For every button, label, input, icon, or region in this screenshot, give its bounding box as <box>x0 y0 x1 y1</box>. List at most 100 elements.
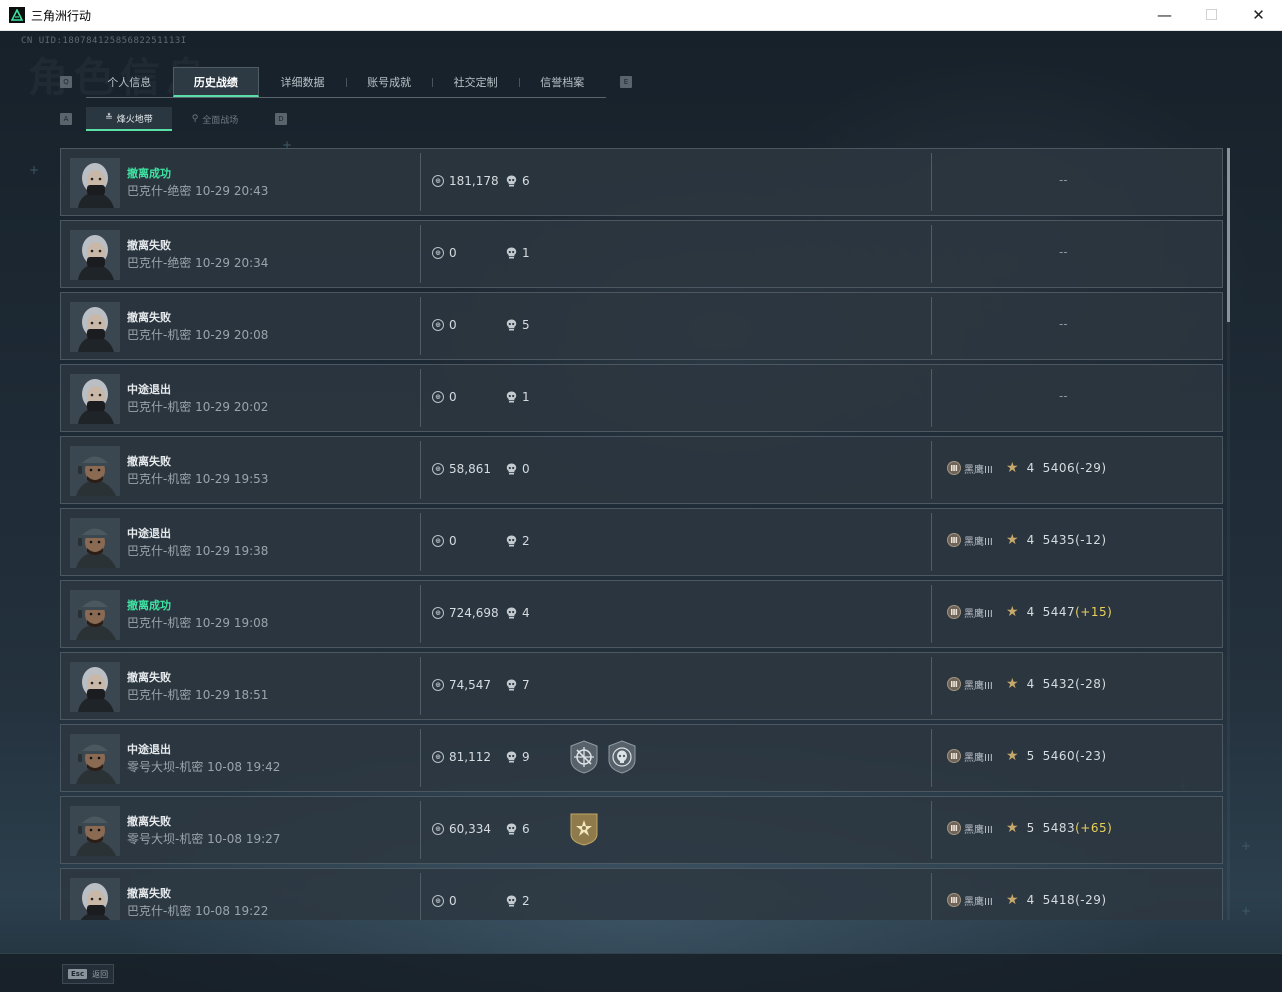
maximize-button[interactable]: ☐ <box>1188 0 1235 31</box>
coins-value: ⊕ 724,698 <box>432 606 499 620</box>
star-icon: ★ <box>1006 892 1019 908</box>
rank-placeholder: -- <box>1059 389 1068 403</box>
table-row[interactable]: 撤离失败 巴克什-绝密 10-29 20:34 ⊕ 0 1 -- <box>60 220 1223 288</box>
minimize-button[interactable]: — <box>1141 0 1188 31</box>
rank-score: 5406 <box>1042 461 1076 475</box>
crosshair-medal-icon[interactable] <box>569 740 599 774</box>
kills-value: 1 <box>506 246 530 260</box>
rank-name: 黑鹰III <box>964 824 993 836</box>
subtab-operations[interactable]: ≛ 烽火地带 <box>86 107 172 131</box>
next-tab-key-icon[interactable]: E <box>620 76 632 88</box>
rank-stars: 4 <box>1026 893 1035 907</box>
kills-value: 2 <box>506 534 530 548</box>
decor-crosshair-icon: + <box>29 163 40 177</box>
operator-avatar <box>70 374 120 424</box>
kills-skull-icon <box>506 463 517 475</box>
rank-info: Ⅲ 黑鹰III ★ 4 5447 (+15) <box>947 604 1112 620</box>
tab-social-custom[interactable]: 社交定制 <box>432 67 519 97</box>
coin-icon: ⊕ <box>432 535 444 547</box>
kills-count: 7 <box>522 678 530 692</box>
rank-stars: 4 <box>1026 605 1035 619</box>
extraction-status: 撤离失败 <box>127 455 171 468</box>
rank-score-delta: (-29) <box>1075 461 1107 475</box>
extraction-status: 撤离失败 <box>127 887 171 900</box>
operator-avatar <box>70 806 120 856</box>
rank-stars: 5 <box>1026 821 1035 835</box>
back-button[interactable]: Esc 返回 <box>62 964 115 984</box>
operator-avatar <box>70 446 120 496</box>
map-and-time: 巴克什-机密 10-08 19:22 <box>127 904 269 918</box>
prev-tab-key-icon[interactable]: Q <box>60 76 72 88</box>
kills-skull-icon <box>506 319 517 331</box>
rank-info: Ⅲ 黑鹰III ★ 4 5432 (-28) <box>947 676 1107 692</box>
kills-skull-icon <box>506 751 517 763</box>
star-icon: ★ <box>1006 604 1019 620</box>
rank-placeholder: -- <box>1059 245 1068 259</box>
map-and-time: 巴克什-机密 10-29 19:08 <box>127 616 269 630</box>
coin-icon: ⊕ <box>432 247 444 259</box>
kills-value: 9 <box>506 750 530 764</box>
skull-medal-icon[interactable] <box>607 740 637 774</box>
match-history-list[interactable]: 撤离成功 巴克什-绝密 10-29 20:43 ⊕ 181,178 6 -- 撤离失败 巴克什… <box>60 148 1223 920</box>
rank-badge-icon: Ⅲ <box>947 821 961 835</box>
coin-icon: ⊕ <box>432 175 444 187</box>
map-and-time: 巴克什-绝密 10-29 20:43 <box>127 184 269 198</box>
table-row[interactable]: 中途退出 巴克什-机密 10-29 19:38 ⊕ 0 2 Ⅲ 黑鹰III ★ 4 5435 (-1… <box>60 508 1223 576</box>
subtab-operations-label: 烽火地带 <box>116 114 153 125</box>
kills-value: 0 <box>506 462 530 476</box>
back-label: 返回 <box>92 969 109 979</box>
coins-value: ⊕ 0 <box>432 246 457 260</box>
kills-count: 0 <box>522 462 530 476</box>
tab-credit-record[interactable]: 信誉档案 <box>518 67 606 97</box>
coins-value: ⊕ 58,861 <box>432 462 491 476</box>
rank-stars: 4 <box>1026 461 1035 475</box>
coins-amount: 0 <box>449 390 457 404</box>
subtab-warfare[interactable]: ⚲ 全面战场 <box>172 107 258 131</box>
coins-value: ⊕ 181,178 <box>432 174 499 188</box>
table-row[interactable]: 撤离失败 巴克什-机密 10-29 18:51 ⊕ 74,547 7 Ⅲ 黑鹰III ★ 4 54… <box>60 652 1223 720</box>
table-row[interactable]: 中途退出 零号大坝-机密 10-08 19:42 ⊕ 81,112 9 Ⅲ 黑鹰III ★ 5 5… <box>60 724 1223 792</box>
rank-stars: 4 <box>1026 533 1035 547</box>
gold-star-medal-icon[interactable] <box>569 812 599 846</box>
table-row[interactable]: 中途退出 巴克什-机密 10-29 20:02 ⊕ 0 1 -- <box>60 364 1223 432</box>
operator-avatar <box>70 158 120 208</box>
table-row[interactable]: 撤离失败 巴克什-机密 10-08 19:22 ⊕ 0 2 Ⅲ 黑鹰III ★ 4 5418 (-2… <box>60 868 1223 920</box>
prev-subtab-key-icon[interactable]: A <box>60 113 72 125</box>
map-and-time: 零号大坝-机密 10-08 19:42 <box>127 760 281 774</box>
tab-detailed-data[interactable]: 详细数据 <box>259 67 346 97</box>
rank-name: 黑鹰III <box>964 680 993 692</box>
star-icon: ★ <box>1006 820 1019 836</box>
kills-skull-icon <box>506 391 517 403</box>
rank-score: 5460 <box>1042 749 1076 763</box>
extraction-status: 撤离成功 <box>127 167 171 180</box>
column-divider <box>420 729 421 787</box>
next-subtab-key-icon[interactable]: D <box>275 113 287 125</box>
column-divider <box>420 225 421 283</box>
rank-badge-icon: Ⅲ <box>947 605 961 619</box>
operator-avatar <box>70 878 120 920</box>
scrollbar-thumb[interactable] <box>1227 148 1230 322</box>
coin-icon: ⊕ <box>432 895 444 907</box>
rank-score-delta: (+15) <box>1075 605 1113 619</box>
coins-value: ⊕ 74,547 <box>432 678 491 692</box>
column-divider <box>931 657 932 715</box>
extraction-status: 中途退出 <box>127 527 171 540</box>
coins-amount: 81,112 <box>449 750 491 764</box>
operator-avatar <box>70 230 120 280</box>
rank-info: Ⅲ 黑鹰III ★ 4 5406 (-29) <box>947 460 1107 476</box>
close-button[interactable]: ✕ <box>1235 0 1282 31</box>
rank-score: 5447 <box>1042 605 1076 619</box>
column-divider <box>420 369 421 427</box>
rank-name: 黑鹰III <box>964 608 993 620</box>
table-row[interactable]: 撤离失败 巴克什-机密 10-29 19:53 ⊕ 58,861 0 Ⅲ 黑鹰III ★ 4 54… <box>60 436 1223 504</box>
tab-personal-info[interactable]: 个人信息 <box>86 67 173 97</box>
map-and-time: 巴克什-机密 10-29 20:08 <box>127 328 269 342</box>
table-row[interactable]: 撤离失败 巴克什-机密 10-29 20:08 ⊕ 0 5 -- <box>60 292 1223 360</box>
tab-achievements[interactable]: 账号成就 <box>345 67 433 97</box>
kills-skull-icon <box>506 895 517 907</box>
table-row[interactable]: 撤离成功 巴克什-机密 10-29 19:08 ⊕ 724,698 4 Ⅲ 黑鹰III ★ 4 5… <box>60 580 1223 648</box>
table-row[interactable]: 撤离成功 巴克什-绝密 10-29 20:43 ⊕ 181,178 6 -- <box>60 148 1223 216</box>
table-row[interactable]: 撤离失败 零号大坝-机密 10-08 19:27 ⊕ 60,334 6 Ⅲ 黑鹰III ★ 5 5… <box>60 796 1223 864</box>
tab-match-history[interactable]: 历史战绩 <box>172 67 260 97</box>
coin-icon: ⊕ <box>432 607 444 619</box>
